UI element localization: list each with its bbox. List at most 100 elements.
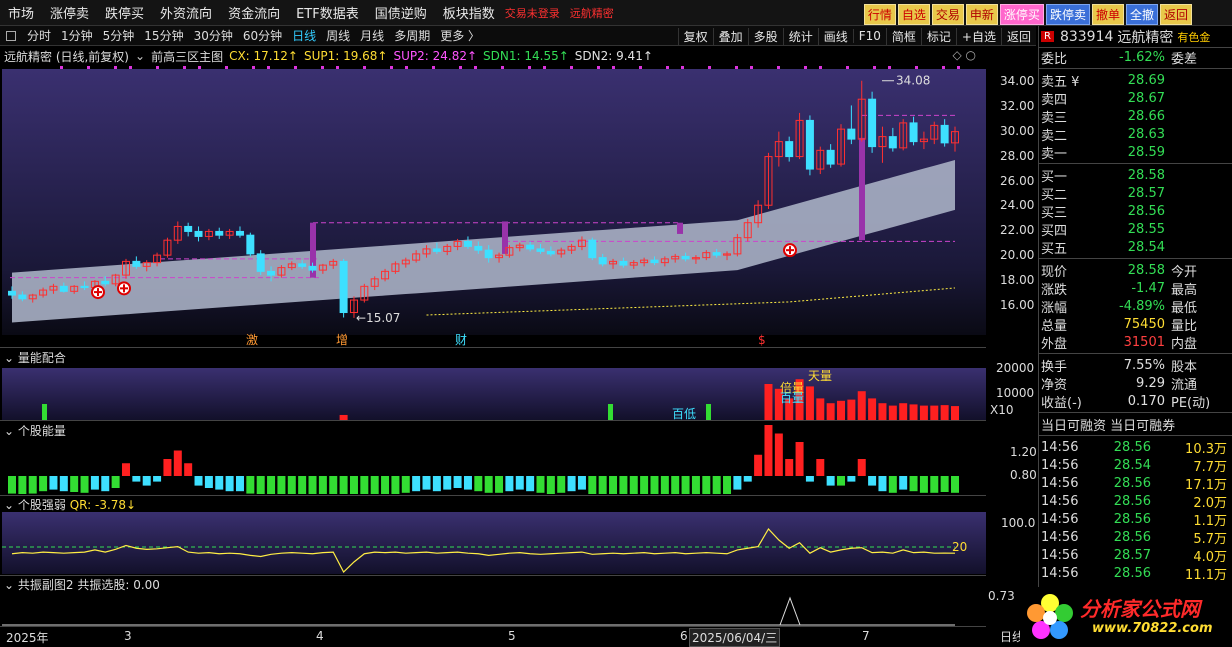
top-button-4[interactable]: 涨停买	[999, 4, 1044, 25]
energy-panel[interactable]: ⌄ 个股能量	[0, 420, 986, 495]
period-toolbar: 分时 1分钟 5分钟 15分钟 30分钟 60分钟 日线 周线 月线 多周期 更多 〉 复权 叠加 多股…	[0, 26, 1036, 46]
indicator-name[interactable]: 前高三区主图	[151, 48, 223, 65]
sell-row[interactable]: 卖一 28.59	[1039, 143, 1232, 162]
period-tab-7[interactable]: 周线	[321, 27, 355, 44]
tick-row: 14:56 28.56 10.3万	[1039, 438, 1232, 457]
event-marker: 激	[246, 333, 258, 347]
energy-bar	[919, 476, 928, 493]
sell-row[interactable]: 卖四 28.67	[1039, 89, 1232, 108]
period-tab-6[interactable]: 日线	[287, 27, 321, 44]
tool-button-9[interactable]: 返回	[1000, 27, 1036, 45]
candle-body	[868, 98, 877, 148]
tool-button-6[interactable]: 简框	[885, 27, 921, 45]
expand-icon[interactable]: ◇ ○	[952, 48, 976, 62]
candle-body	[298, 263, 307, 267]
tool-button-3[interactable]: 统计	[782, 27, 818, 45]
candlestick-plot[interactable]: 34.08 ←15.07 激 增 财 $	[0, 65, 986, 347]
menu-item-capital-flow[interactable]: 资金流向	[220, 3, 288, 22]
top-button-1[interactable]: 自选	[897, 4, 930, 25]
resonance-panel[interactable]: ⌄ 共振副图2 共振选股: 0.00	[0, 575, 986, 626]
top-signal-tick	[597, 66, 600, 69]
buy-row[interactable]: 买二 28.57	[1039, 184, 1232, 203]
sell-row[interactable]: 卖二 28.63	[1039, 125, 1232, 144]
buy-price: 28.55	[1127, 221, 1165, 237]
chevron-down-icon[interactable]: ⌄	[135, 49, 145, 63]
energy-bar	[153, 476, 162, 482]
top-signal-tick	[252, 66, 255, 69]
date-axis[interactable]: 2025年 3 4 5 6 2025/06/04/三 7	[0, 626, 986, 647]
top-button-5[interactable]: 跌停卖	[1045, 4, 1090, 25]
energy-bar	[588, 476, 597, 494]
tool-button-1[interactable]: 叠加	[712, 27, 748, 45]
tick-list[interactable]: 14:56 28.56 10.3万 14:56 28.54 7.7万 14:56 28.56 1…	[1039, 438, 1232, 583]
menu-item-reverse-repo[interactable]: 国债逆购	[367, 3, 435, 22]
energy-bar	[80, 476, 89, 493]
menu-item-limit-up-sell[interactable]: 涨停卖	[42, 3, 97, 22]
buy-row[interactable]: 买三 28.56	[1039, 202, 1232, 221]
price-tick: 16.00	[1000, 298, 1035, 313]
quote-panel: R 833914 远航精密 有色金 委比 -1.62% 委差 卖五 ¥ 28.69…	[1038, 26, 1232, 626]
volume-panel[interactable]: ⌄ 量能配合 百低 天量 倍量 百量	[0, 347, 986, 421]
buy-row[interactable]: 买一 28.58	[1039, 166, 1232, 185]
panel-toggle-icon[interactable]	[6, 30, 16, 41]
top-button-6[interactable]: 撤单	[1091, 4, 1124, 25]
sell-row[interactable]: 卖三 28.66	[1039, 107, 1232, 126]
tool-button-8[interactable]: +自选	[955, 27, 1001, 45]
flower-logo-icon	[1027, 594, 1073, 639]
energy-bar	[515, 476, 524, 490]
period-tab-4[interactable]: 30分钟	[189, 27, 238, 44]
quote-label: 收益(-)	[1041, 395, 1082, 411]
energy-bar	[951, 476, 959, 493]
top-button-2[interactable]: 交易	[931, 4, 964, 25]
period-tab-0[interactable]: 分时	[22, 27, 56, 44]
menu-item-sector-index[interactable]: 板块指数	[435, 3, 503, 22]
tool-button-5[interactable]: F10	[852, 29, 886, 43]
period-tab-8[interactable]: 月线	[355, 27, 389, 44]
top-signal-tick	[528, 66, 531, 69]
margin-badge: R	[1041, 31, 1054, 42]
price-tick: 28.00	[1000, 148, 1035, 163]
quote-value: 0.170	[1127, 393, 1165, 409]
tool-button-4[interactable]: 画线	[817, 27, 853, 45]
period-tab-10[interactable]: 更多 〉	[435, 27, 485, 44]
sell-row[interactable]: 卖五 ¥ 28.69	[1039, 71, 1232, 90]
tool-button-0[interactable]: 复权	[677, 27, 713, 45]
period-tab-2[interactable]: 5分钟	[98, 27, 140, 44]
menu-item-etf-table[interactable]: ETF数据表	[288, 3, 367, 22]
tool-button-2[interactable]: 多股	[747, 27, 783, 45]
tool-button-7[interactable]: 标记	[920, 27, 956, 45]
main-price-chart[interactable]: 34.08 ←15.07 激 增 财 $	[0, 65, 986, 347]
top-button-0[interactable]: 行情	[863, 4, 896, 25]
top-button-3[interactable]: 申新	[965, 4, 998, 25]
sell-price: 28.59	[1127, 144, 1165, 160]
period-tab-1[interactable]: 1分钟	[56, 27, 98, 44]
quote-row: 涨跌 -1.47 最高	[1039, 279, 1232, 298]
menu-item-market[interactable]: 市场	[0, 3, 42, 22]
sell-label: 卖三	[1041, 110, 1068, 126]
candle-body	[132, 260, 141, 267]
energy-bar	[909, 476, 918, 492]
top-signal-tick	[336, 66, 339, 69]
top-signal-tick	[957, 66, 960, 69]
menu-item-foreign-flow[interactable]: 外资流向	[152, 3, 220, 22]
buy-label: 买四	[1041, 223, 1068, 239]
period-tab-5[interactable]: 60分钟	[238, 27, 287, 44]
candle-body	[526, 244, 535, 250]
energy-bar	[619, 476, 628, 494]
energy-bar	[702, 476, 711, 494]
period-tab-9[interactable]: 多周期	[389, 27, 435, 44]
top-button-8[interactable]: 返回	[1159, 4, 1192, 25]
candle-body	[267, 270, 276, 276]
resonance-axis: 0.73	[988, 589, 1015, 603]
energy-bar	[453, 476, 462, 488]
tick-price: 28.56	[1113, 493, 1151, 509]
buy-row[interactable]: 买四 28.55	[1039, 220, 1232, 239]
candle-body	[235, 230, 244, 236]
period-tab-3[interactable]: 15分钟	[139, 27, 188, 44]
energy-bar	[868, 476, 877, 486]
date-label: 2025年	[6, 631, 49, 645]
strength-panel[interactable]: ⌄ 个股强弱 QR: -3.78↓	[0, 495, 986, 575]
buy-row[interactable]: 买五 28.54	[1039, 238, 1232, 257]
menu-item-limit-down-buy[interactable]: 跌停买	[97, 3, 152, 22]
top-button-7[interactable]: 全撤	[1125, 4, 1158, 25]
